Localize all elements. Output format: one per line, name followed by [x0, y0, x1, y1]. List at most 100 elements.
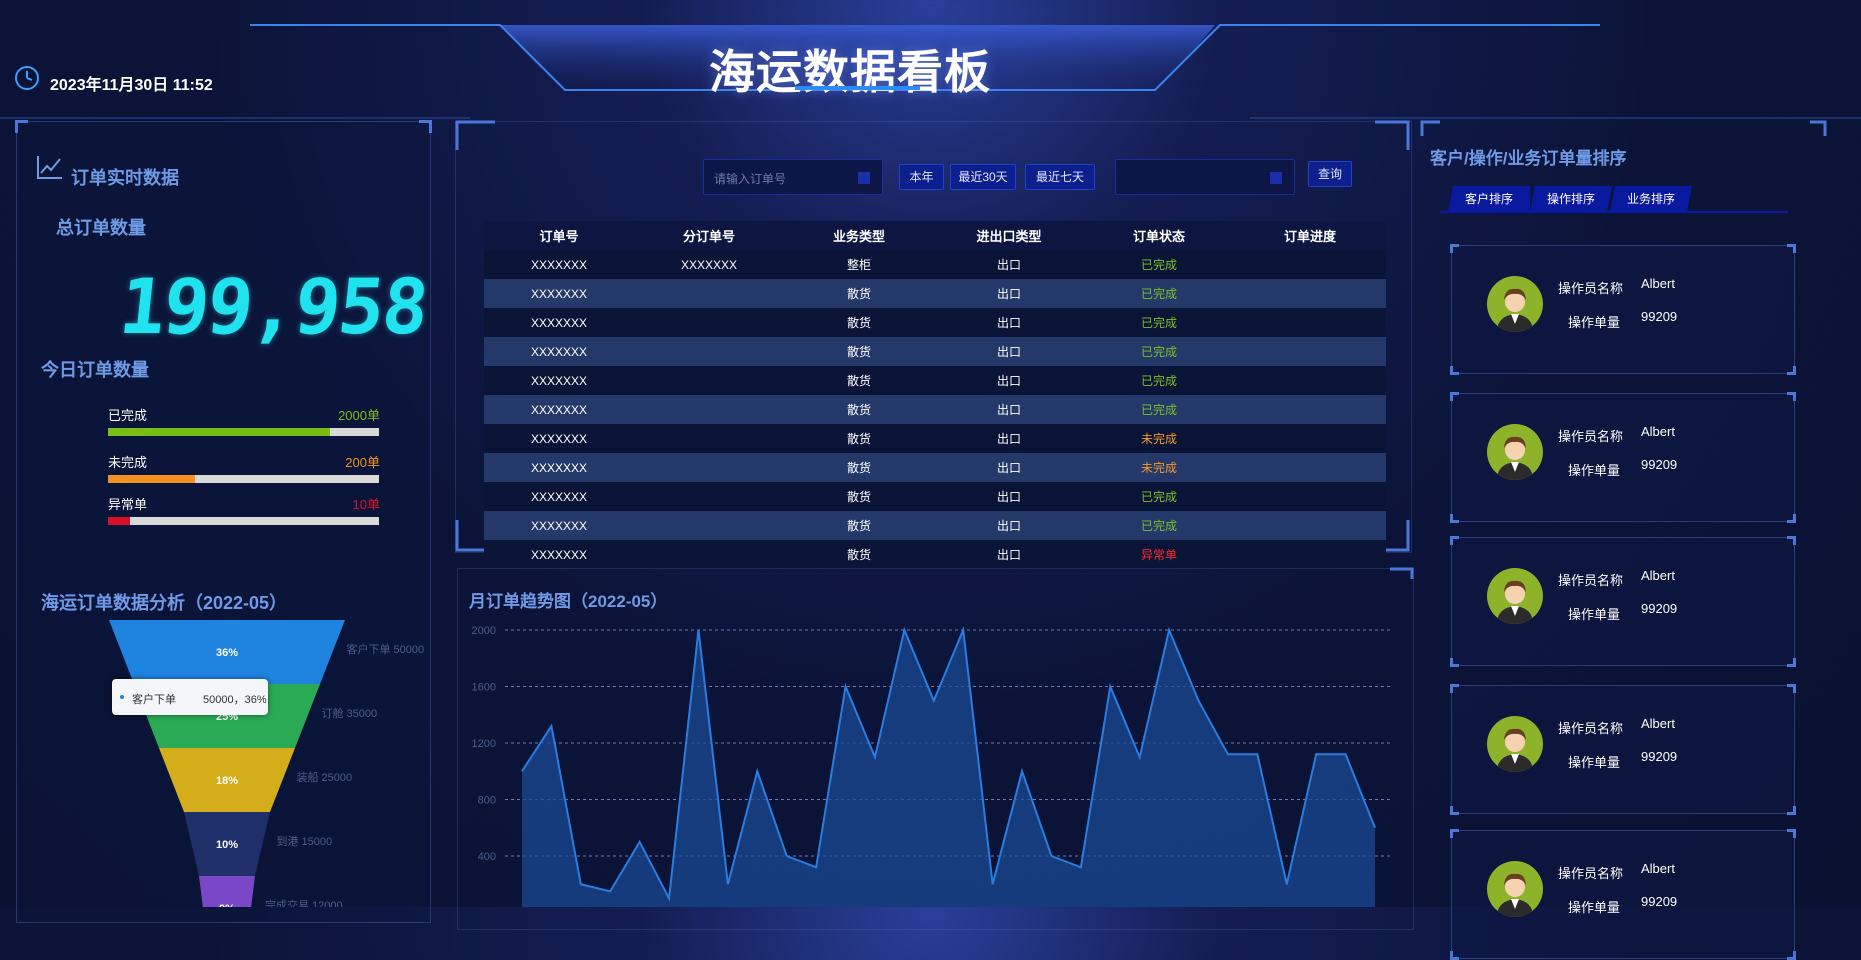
table-cell: XXXXXXX — [484, 250, 634, 279]
bar-value: 2000单 — [300, 405, 380, 424]
table-cell — [1234, 482, 1386, 511]
table-row[interactable]: XXXXXXX散货出口已完成 — [484, 511, 1386, 540]
table-row[interactable]: XXXXXXX散货出口异常单 — [484, 540, 1386, 569]
this-year-button[interactable]: 本年 — [899, 164, 944, 190]
trend-area — [522, 630, 1375, 907]
funnel-label: 客户下单 50000 — [347, 642, 425, 656]
table-cell: 出口 — [934, 453, 1084, 482]
orders-table: 订单号分订单号业务类型进出口类型订单状态订单进度 XXXXXXXXXXXXXX整… — [484, 221, 1386, 569]
query-button[interactable]: 查询 — [1308, 161, 1352, 187]
table-cell: 未完成 — [1084, 453, 1234, 482]
avatar — [1487, 424, 1543, 480]
funnel-chart: 36%客户下单 5000025%订舱 3500018%装船 2500010%到港… — [100, 620, 440, 907]
operator-name-label: 操作员名称 — [1558, 278, 1623, 297]
operator-name: Albert — [1641, 716, 1675, 731]
operator-card[interactable]: 操作员名称Albert操作单量99209 — [1451, 245, 1795, 374]
order-search-input[interactable]: 请输入订单号 — [703, 159, 883, 195]
table-cell: 散货 — [784, 395, 934, 424]
operator-count: 99209 — [1641, 457, 1677, 472]
table-cell: 散货 — [784, 453, 934, 482]
total-orders-label: 总订单数量 — [56, 214, 146, 240]
table-row[interactable]: XXXXXXXXXXXXXX整柜出口已完成 — [484, 250, 1386, 279]
last-30-days-button[interactable]: 最近30天 — [950, 164, 1016, 190]
avatar — [1487, 276, 1543, 332]
table-cell: XXXXXXX — [484, 540, 634, 569]
table-cell: 出口 — [934, 366, 1084, 395]
operator-name-label: 操作员名称 — [1558, 718, 1623, 737]
bar-label: 已完成 — [108, 405, 147, 424]
operator-name-label: 操作员名称 — [1558, 863, 1623, 882]
table-cell: 散货 — [784, 279, 934, 308]
table-row[interactable]: XXXXXXX散货出口已完成 — [484, 279, 1386, 308]
table-cell — [634, 424, 784, 453]
table-row[interactable]: XXXXXXX散货出口未完成 — [484, 453, 1386, 482]
analysis-title: 海运订单数据分析（2022-05） — [41, 589, 287, 615]
table-cell — [634, 308, 784, 337]
table-body: XXXXXXXXXXXXXX整柜出口已完成XXXXXXX散货出口已完成XXXXX… — [484, 250, 1386, 569]
operator-count: 99209 — [1641, 749, 1677, 764]
operator-count-label: 操作单量 — [1568, 752, 1620, 771]
tooltip-name: 客户下单 — [132, 691, 176, 707]
operator-card[interactable]: 操作员名称 Albert 操作单量 99209 — [1451, 685, 1795, 814]
operator-card[interactable]: 操作员名称Albert操作单量99209 — [1451, 537, 1795, 666]
funnel-label: 订舱 35000 — [322, 706, 378, 720]
bar-track — [108, 475, 379, 483]
table-cell: 已完成 — [1084, 395, 1234, 424]
table-cell — [634, 453, 784, 482]
title-underline — [795, 86, 920, 90]
section-title-realtime: 订单实时数据 — [71, 164, 179, 190]
person-icon — [1487, 716, 1543, 772]
ranking-tab[interactable]: 操作排序 — [1530, 186, 1612, 212]
right-panel-frame — [1420, 120, 1830, 140]
table-cell — [634, 395, 784, 424]
table-cell — [1234, 395, 1386, 424]
column-header: 订单状态 — [1084, 221, 1234, 250]
y-tick-label: 1200 — [472, 738, 496, 750]
y-tick-label: 400 — [478, 851, 496, 863]
ranking-tab[interactable]: 客户排序 — [1448, 186, 1530, 212]
trend-chart-title: 月订单趋势图（2022-05） — [469, 587, 667, 612]
table-cell: 出口 — [934, 337, 1084, 366]
table-cell: 散货 — [784, 424, 934, 453]
table-row[interactable]: XXXXXXX散货出口已完成 — [484, 395, 1386, 424]
table-cell: XXXXXXX — [484, 482, 634, 511]
operator-name-label: 操作员名称 — [1558, 426, 1623, 445]
table-cell: 出口 — [934, 308, 1084, 337]
operator-card[interactable]: 操作员名称Albert操作单量99209 — [1451, 393, 1795, 522]
column-header: 分订单号 — [634, 221, 784, 250]
table-cell: 已完成 — [1084, 337, 1234, 366]
table-row[interactable]: XXXXXXX散货出口已完成 — [484, 337, 1386, 366]
funnel-tooltip: 客户下单 50000，36% — [112, 679, 268, 715]
table-row[interactable]: XXXXXXX散货出口已完成 — [484, 366, 1386, 395]
order-search-placeholder: 请输入订单号 — [714, 170, 786, 187]
last-7-days-button[interactable]: 最近七天 — [1025, 164, 1095, 190]
funnel-label: 装船 25000 — [297, 770, 353, 784]
table-header-row: 订单号分订单号业务类型进出口类型订单状态订单进度 — [484, 221, 1386, 250]
table-cell: 已完成 — [1084, 482, 1234, 511]
operator-count-label: 操作单量 — [1568, 312, 1620, 331]
table-cell: 出口 — [934, 511, 1084, 540]
column-header: 进出口类型 — [934, 221, 1084, 250]
total-orders-value: 199,958 — [115, 262, 431, 351]
table-cell: 散货 — [784, 366, 934, 395]
table-cell — [1234, 366, 1386, 395]
table-cell — [634, 366, 784, 395]
table-cell: XXXXXXX — [484, 279, 634, 308]
person-icon — [1487, 861, 1543, 917]
bar-track — [108, 428, 379, 436]
operator-card[interactable]: 操作员名称Albert操作单量99209 — [1451, 830, 1795, 959]
line-chart-icon — [36, 154, 64, 180]
ranking-tab[interactable]: 业务排序 — [1610, 186, 1692, 212]
table-row[interactable]: XXXXXXX散货出口已完成 — [484, 308, 1386, 337]
date-range-input[interactable] — [1115, 159, 1295, 195]
ranking-title: 客户/操作/业务订单量排序 — [1430, 144, 1626, 169]
table-row[interactable]: XXXXXXX散货出口已完成 — [484, 482, 1386, 511]
table-row[interactable]: XXXXXXX散货出口未完成 — [484, 424, 1386, 453]
y-tick-label: 1600 — [472, 682, 496, 694]
funnel-pct: 36% — [216, 647, 238, 659]
funnel-label: 完成交易 12000 — [265, 898, 343, 907]
table-cell — [1234, 511, 1386, 540]
clock-icon — [14, 65, 40, 91]
operator-count: 99209 — [1641, 309, 1677, 324]
table-cell: 出口 — [934, 424, 1084, 453]
